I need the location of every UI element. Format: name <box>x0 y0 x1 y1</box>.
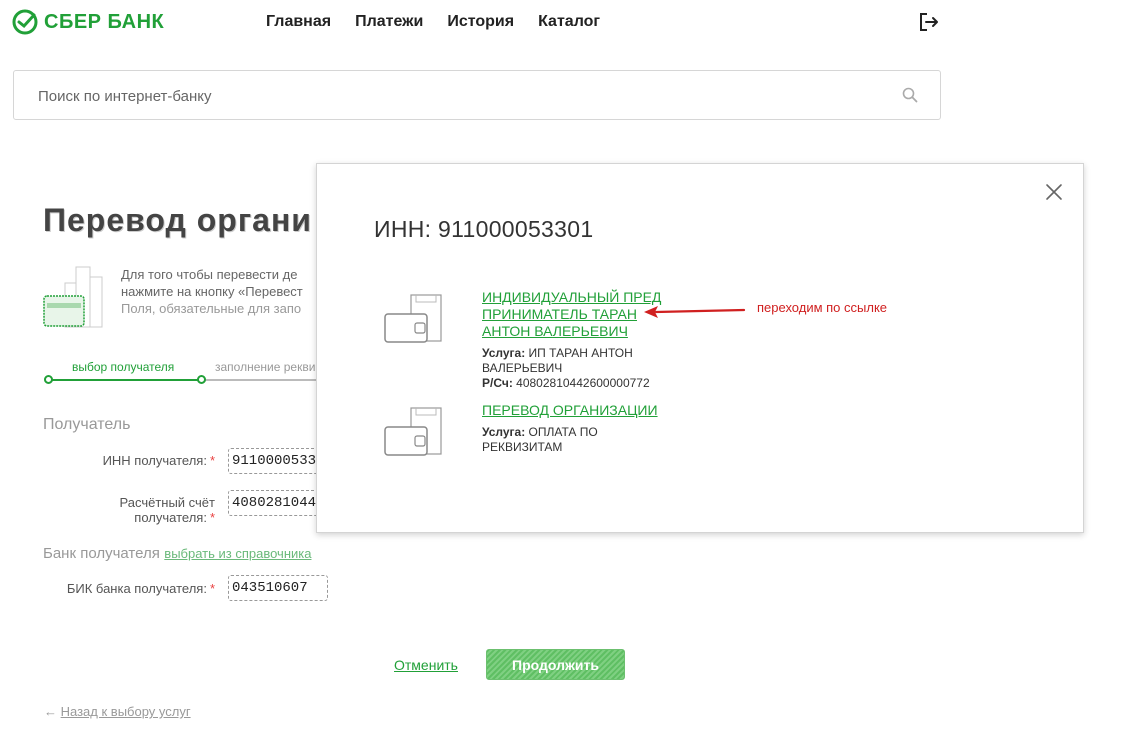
step-line-done <box>48 379 202 381</box>
bank-section: Банк получателя выбрать из справочника <box>43 545 311 563</box>
result-link-entrepreneur[interactable]: ИНДИВИДУАЛЬНЫЙ ПРЕД ПРИНИМАТЕЛЬ ТАРАН АН… <box>482 289 662 340</box>
step-progress: выбор получателя заполнение рекви <box>44 360 324 386</box>
account-input[interactable]: 4080281044 <box>228 490 320 516</box>
search-input[interactable] <box>38 85 878 107</box>
result-details-organization: Услуга: ОПЛАТА ПО РЕКВИЗИТАМ <box>482 425 672 455</box>
sber-logo[interactable]: СБЕР БАНК <box>12 9 164 35</box>
step-line-pending <box>202 379 324 381</box>
account-label-line-1: Расчётный счёт <box>119 495 216 510</box>
annotation-text: переходим по ссылке <box>757 300 888 315</box>
inn-input[interactable]: 9110000533 <box>228 448 320 474</box>
result-link-organization[interactable]: ПЕРЕВОД ОРГАНИЗАЦИИ <box>482 402 662 419</box>
wallet-icon <box>384 407 442 456</box>
account-value: 40802810442600000772 <box>516 376 650 390</box>
result-link-line: ПРИНИМАТЕЛЬ ТАРАН <box>482 306 637 322</box>
intro-line-2: нажмите на кнопку «Перевест <box>121 284 303 299</box>
search-bar <box>13 70 941 120</box>
bank-card-illustration <box>43 266 103 328</box>
service-value-cont: РЕКВИЗИТАМ <box>482 440 563 454</box>
bank-section-title: Банк получателя <box>43 545 160 562</box>
page-title: Перевод органи <box>43 202 312 238</box>
sber-logo-icon <box>12 9 38 35</box>
inn-label: ИНН получателя: * <box>60 453 215 468</box>
required-mark: * <box>209 453 215 468</box>
step-label-details: заполнение рекви <box>215 360 316 374</box>
account-label: Расчётный счёт получателя: * <box>60 495 216 525</box>
annotation-arrow-icon <box>644 306 746 318</box>
bik-label: БИК банка получателя: * <box>40 581 215 596</box>
continue-button[interactable]: Продолжить <box>486 649 625 680</box>
bik-input[interactable]: 043510607 <box>228 575 328 601</box>
inn-search-modal: ИНН: 911000053301 ИНДИВИДУАЛЬНЫЙ ПРЕД ПР… <box>316 163 1084 533</box>
close-icon[interactable] <box>1045 183 1063 201</box>
nav-item-history[interactable]: История <box>447 13 514 31</box>
cancel-link[interactable]: Отменить <box>394 657 458 673</box>
account-label: Р/Сч: <box>482 376 513 390</box>
step-dot-2 <box>197 375 206 384</box>
recipient-section-title: Получатель <box>43 416 131 433</box>
intro-line-1: Для того чтобы перевести де <box>121 267 298 282</box>
search-icon[interactable] <box>902 87 918 103</box>
step-label-recipient: выбор получателя <box>72 360 175 374</box>
required-mark: * <box>209 581 215 596</box>
intro-text: Для того чтобы перевести де нажмите на к… <box>121 266 321 317</box>
modal-title: ИНН: 911000053301 <box>374 216 594 242</box>
bik-label-text: БИК банка получателя: <box>66 581 207 596</box>
account-label-line-2: получателя: <box>134 510 207 525</box>
logo-text: СБЕР БАНК <box>44 10 165 33</box>
intro-line-3: Поля, обязательные для запо <box>121 301 302 316</box>
service-value: ОПЛАТА ПО <box>528 425 598 439</box>
service-value: ИП ТАРАН АНТОН <box>528 346 633 360</box>
nav-item-catalog[interactable]: Каталог <box>538 13 600 31</box>
required-mark: * <box>209 510 215 525</box>
result-details-entrepreneur: Услуга: ИП ТАРАН АНТОН ВАЛЕРЬЕВИЧ Р/Сч: … <box>482 346 672 391</box>
result-link-line: АНТОН ВАЛЕРЬЕВИЧ <box>482 323 628 339</box>
back-link[interactable]: ← Назад к выбору услуг <box>44 704 191 719</box>
service-label: Услуга: <box>482 346 526 360</box>
logout-icon[interactable] <box>918 12 940 32</box>
bank-directory-link[interactable]: выбрать из справочника <box>164 546 311 561</box>
result-link-line: ПЕРЕВОД ОРГАНИЗАЦИИ <box>482 402 658 418</box>
nav-item-payments[interactable]: Платежи <box>355 13 423 31</box>
back-link-text: Назад к выбору услуг <box>60 704 191 719</box>
step-dot-1 <box>44 375 53 384</box>
back-arrow-icon: ← <box>44 704 57 719</box>
main-nav: Главная Платежи История Каталог <box>266 13 600 31</box>
wallet-icon <box>384 294 442 343</box>
result-link-line: ИНДИВИДУАЛЬНЫЙ ПРЕД <box>482 289 662 305</box>
service-value-cont: ВАЛЕРЬЕВИЧ <box>482 361 563 375</box>
inn-label-text: ИНН получателя: <box>102 453 207 468</box>
service-label: Услуга: <box>482 425 526 439</box>
nav-item-home[interactable]: Главная <box>266 13 331 31</box>
